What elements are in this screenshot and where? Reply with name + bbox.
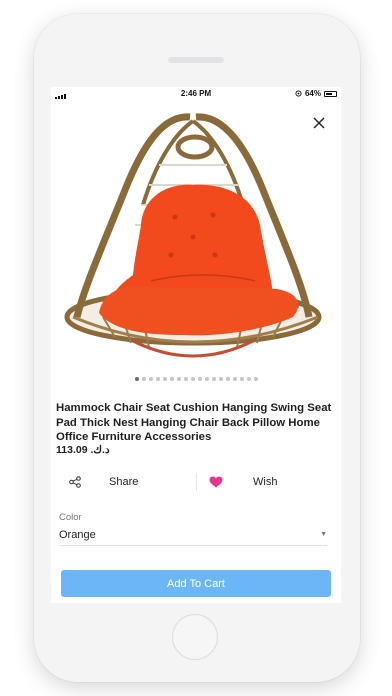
pager-dot[interactable] [253,377,258,381]
color-value: Orange [59,529,96,541]
wish-label: Wish [253,476,278,488]
pager-dot[interactable] [141,377,146,381]
phone-speaker [168,57,224,63]
pager-dot[interactable] [225,377,230,381]
pager-dot[interactable] [204,377,209,381]
pager-dot[interactable] [239,377,244,381]
pager-dot[interactable] [169,377,174,381]
close-icon [313,117,325,129]
product-price: 113.09 .د.ك [56,444,110,456]
home-button[interactable] [172,614,218,660]
add-to-cart-button[interactable]: Add To Cart [61,570,331,597]
product-title: Hammock Chair Seat Cushion Hanging Swing… [56,402,332,443]
pager-dot[interactable] [162,377,167,381]
battery-icon [324,90,337,97]
app-screen: 2:46 PM 64% Hammock Chair Seat Cushion H… [51,87,341,603]
close-button[interactable] [309,113,329,133]
pager-dot[interactable] [218,377,223,381]
pager-dot[interactable] [197,377,202,381]
pager-dot[interactable] [148,377,153,381]
status-bar: 2:46 PM 64% [51,87,341,101]
pager-dot[interactable] [211,377,216,381]
status-right: 64% [295,89,337,98]
pager-dot[interactable] [155,377,160,381]
pager-dot[interactable] [176,377,181,381]
image-pager[interactable] [51,377,341,381]
orientation-lock-icon [295,90,302,97]
heart-icon [209,476,223,488]
pager-dot[interactable] [190,377,195,381]
pager-dot[interactable] [232,377,237,381]
wish-button[interactable]: Wish [209,469,277,495]
color-select[interactable]: Orange ▼ [59,527,327,546]
pager-dot[interactable] [183,377,188,381]
share-icon [69,476,81,488]
share-button[interactable]: Share [69,469,138,495]
pager-dot[interactable] [134,377,139,381]
chevron-down-icon: ▼ [320,531,327,538]
product-image[interactable] [63,105,329,375]
pager-dot[interactable] [246,377,251,381]
color-label: Color [59,512,82,523]
action-divider [196,473,197,491]
battery-percent: 64% [304,89,321,98]
action-bar: Share Wish [51,469,341,495]
share-label: Share [109,476,139,488]
